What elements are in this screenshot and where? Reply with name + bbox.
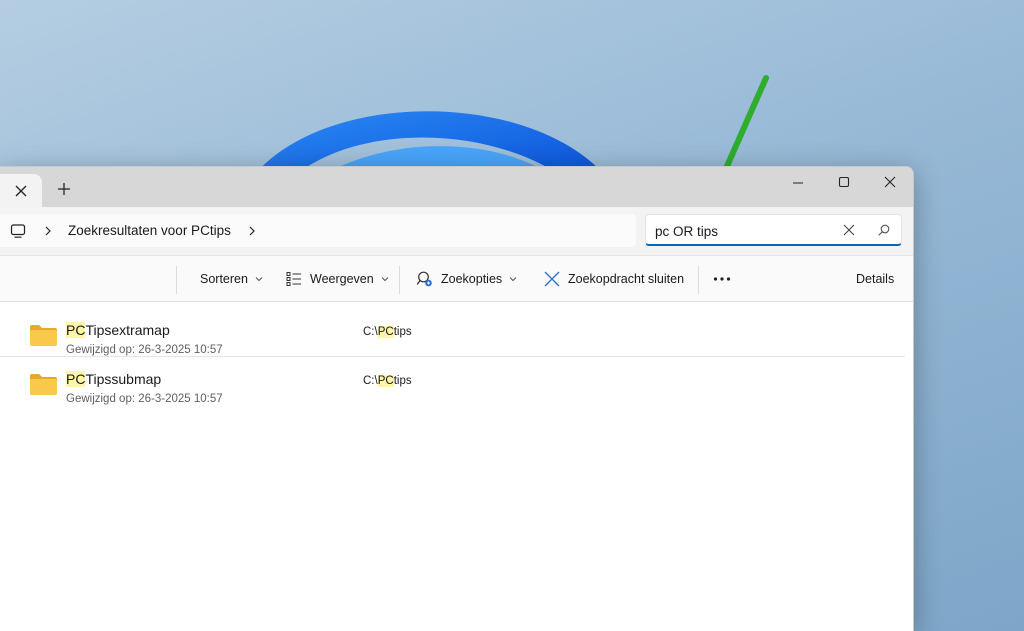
more-icon <box>713 277 731 281</box>
active-tab[interactable] <box>0 174 42 207</box>
close-search-button[interactable]: Zoekopdracht sluiten <box>544 256 684 302</box>
chevron-down-icon <box>255 277 263 282</box>
clear-search-icon[interactable] <box>843 224 855 236</box>
search-icon[interactable] <box>878 224 890 236</box>
toolbar-separator <box>176 266 177 294</box>
name-match-highlight: PC <box>66 371 86 387</box>
maximize-button[interactable] <box>821 167 867 197</box>
sort-button[interactable]: Sorteren <box>200 256 263 302</box>
modified-info: Gewijzigd op: 26-3-2025 10:57 <box>66 344 223 356</box>
modified-label: Gewijzigd op: <box>66 344 136 356</box>
breadcrumb[interactable]: Zoekresultaten voor PCtips <box>0 214 636 247</box>
details-label: Details <box>856 272 895 286</box>
file-name[interactable]: PCTipssubmap <box>66 371 161 387</box>
minimize-button[interactable] <box>775 167 821 197</box>
close-window-button[interactable] <box>867 167 913 197</box>
search-options-button[interactable]: Zoekopties <box>416 256 517 302</box>
path-prefix: C:\ <box>363 326 378 338</box>
close-tab-icon[interactable] <box>14 184 28 198</box>
toolbar-separator <box>399 266 400 294</box>
close-search-label: Zoekopdracht sluiten <box>568 272 685 286</box>
sort-label: Sorteren <box>200 272 248 286</box>
breadcrumb-location[interactable]: Zoekresultaten voor PCtips <box>68 223 231 238</box>
details-button[interactable]: Details <box>856 256 894 302</box>
name-rest: Tipssubmap <box>85 371 162 387</box>
close-icon <box>884 176 896 188</box>
command-bar: Sorteren Weergeven Zoekopties Zoekopdrac… <box>0 255 913 302</box>
path-match-highlight: PC <box>377 326 394 338</box>
plus-icon[interactable] <box>57 182 71 196</box>
folder-path: C:\PCtips <box>363 375 412 387</box>
folder-path: C:\PCtips <box>363 326 412 338</box>
maximize-icon <box>838 176 850 188</box>
chevron-down-icon <box>509 277 517 282</box>
chevron-down-icon <box>381 277 389 282</box>
name-rest: Tipsextramap <box>85 322 170 338</box>
more-options-button[interactable] <box>713 256 731 302</box>
modified-date: 26-3-2025 10:57 <box>138 393 223 405</box>
modified-date: 26-3-2025 10:57 <box>138 344 223 356</box>
path-match-highlight: PC <box>377 375 394 387</box>
minimize-icon <box>793 182 803 184</box>
modified-info: Gewijzigd op: 26-3-2025 10:57 <box>66 393 223 405</box>
chevron-right-icon[interactable] <box>247 226 257 236</box>
title-bar <box>0 167 913 207</box>
folder-icon <box>30 374 57 395</box>
path-prefix: C:\ <box>363 375 378 387</box>
view-label: Weergeven <box>310 272 374 286</box>
monitor-icon[interactable] <box>10 223 26 239</box>
window-controls <box>775 167 913 199</box>
row-divider <box>0 356 905 357</box>
search-options-label: Zoekopties <box>441 272 503 286</box>
list-item[interactable]: PCTipssubmap Gewijzigd op: 26-3-2025 10:… <box>0 358 905 406</box>
modified-label: Gewijzigd op: <box>66 393 136 405</box>
folder-icon <box>30 325 57 346</box>
file-name[interactable]: PCTipsextramap <box>66 322 170 338</box>
file-explorer-window: Zoekresultaten voor PCtips Sorteren <box>0 166 914 631</box>
toolbar-separator <box>698 266 699 294</box>
search-options-icon <box>416 271 432 287</box>
view-list-icon <box>286 272 301 286</box>
search-input[interactable] <box>655 221 835 241</box>
name-match-highlight: PC <box>66 322 86 338</box>
view-button[interactable]: Weergeven <box>286 256 389 302</box>
address-bar: Zoekresultaten voor PCtips <box>0 207 913 255</box>
path-rest: tips <box>393 326 412 338</box>
close-search-icon <box>544 271 560 287</box>
search-box[interactable] <box>645 214 902 246</box>
path-rest: tips <box>393 375 412 387</box>
chevron-right-icon[interactable] <box>43 226 53 236</box>
list-item[interactable]: PCTipsextramap Gewijzigd op: 26-3-2025 1… <box>0 309 905 357</box>
